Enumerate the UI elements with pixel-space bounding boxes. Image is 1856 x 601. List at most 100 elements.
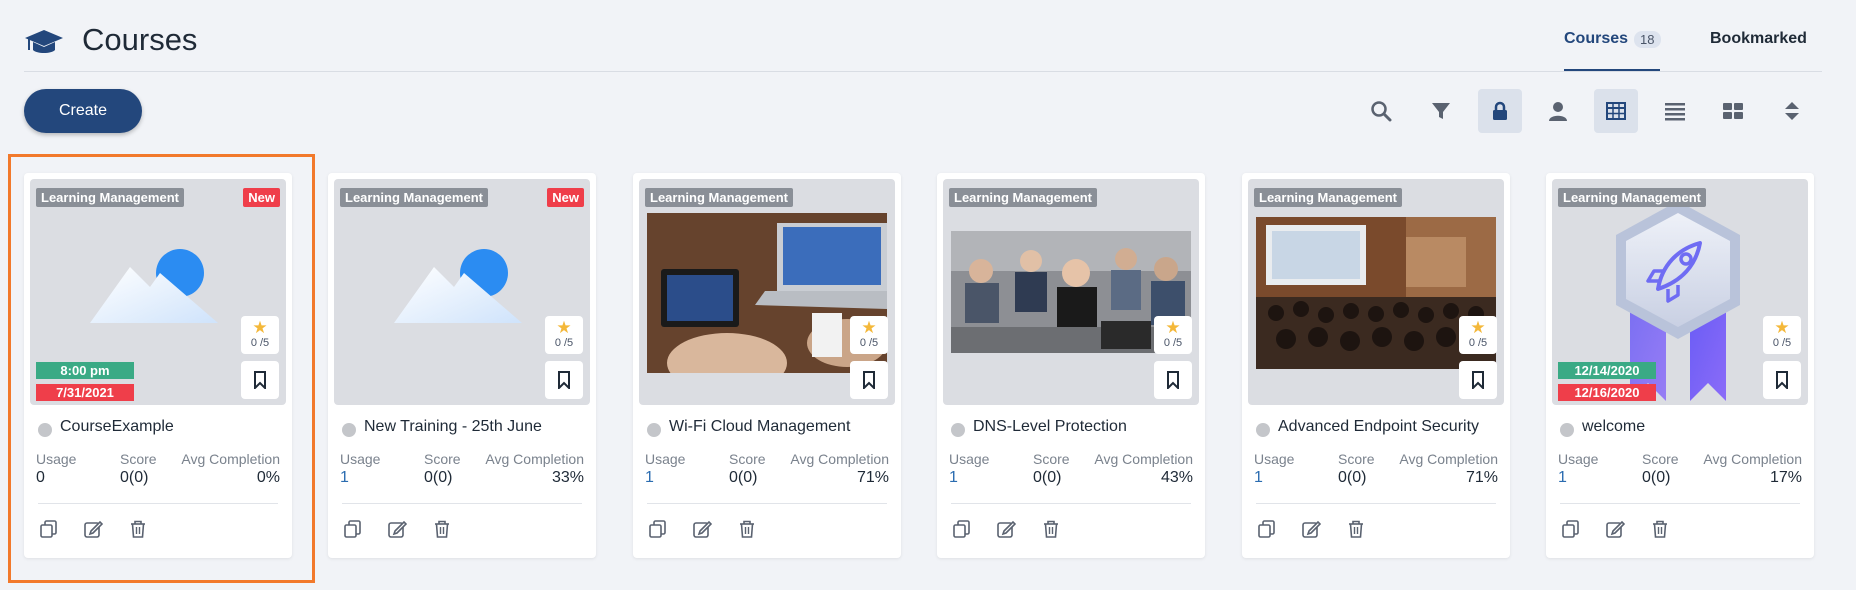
tab-courses[interactable]: Courses 18 [1564,30,1661,48]
bookmark-icon [558,371,570,389]
course-thumbnail: Learning Management New ★ 0 /5 [334,179,590,405]
bookmark-button[interactable] [1763,361,1801,399]
avg-completion-value: 71% [1465,469,1498,486]
category-tag: Learning Management [645,188,793,207]
edit-button[interactable] [1299,517,1323,541]
bookmark-button[interactable] [241,361,279,399]
copy-button[interactable] [341,517,365,541]
create-button[interactable]: Create [24,89,142,133]
score-label: Score [1338,451,1375,467]
course-title[interactable]: welcome [1582,418,1645,436]
course-title[interactable]: Wi-Fi Cloud Management [669,418,850,436]
usage-value[interactable]: 1 [340,469,349,487]
copy-icon [40,520,57,538]
edit-icon [693,520,712,538]
user-icon [1549,102,1567,121]
lock-button[interactable] [1478,89,1522,133]
rating-box: ★ 0 /5 [850,316,888,354]
delete-button[interactable] [430,517,454,541]
card-divider [951,503,1191,504]
search-icon [1371,101,1392,122]
category-tag: Learning Management [1558,188,1706,207]
edit-button[interactable] [994,517,1018,541]
rating-box: ★ 0 /5 [1763,316,1801,354]
course-card[interactable]: Learning Management New ★ 0 /5 New Traini… [328,173,596,558]
status-dot [1256,423,1270,437]
time-tag: 8:00 pm [36,362,134,379]
status-dot [1560,423,1574,437]
edit-icon [1606,520,1625,538]
start-date-tag: 12/14/2020 [1558,362,1656,379]
course-title[interactable]: DNS-Level Protection [973,418,1127,436]
course-card[interactable]: Learning Management 12/14/2020 12/16/202… [1546,173,1814,558]
copy-button[interactable] [1255,517,1279,541]
tab-courses-label: Courses [1564,30,1629,47]
course-thumbnail: Learning Management New 8:00 pm 7/31/202… [30,179,286,405]
search-button[interactable] [1359,89,1403,133]
course-card[interactable]: Learning Management New 8:00 pm 7/31/202… [24,173,292,558]
course-title[interactable]: Advanced Endpoint Security [1278,418,1479,436]
table-view-button[interactable] [1594,89,1638,133]
sort-button[interactable] [1770,89,1814,133]
usage-value: 0 [36,469,45,486]
edit-icon [997,520,1016,538]
header-divider [24,71,1822,72]
user-filter-button[interactable] [1536,89,1580,133]
score-label: Score [120,451,157,467]
filter-icon [1432,103,1450,119]
rating-box: ★ 0 /5 [241,316,279,354]
placeholder-mountain-image [394,249,522,323]
course-card[interactable]: Learning Management ★ 0 /5 DNS-Level Prot… [937,173,1205,558]
score-label: Score [1033,451,1070,467]
usage-value[interactable]: 1 [949,469,958,487]
status-dot [647,423,661,437]
grid-view-button[interactable] [1711,89,1755,133]
delete-button[interactable] [126,517,150,541]
usage-value[interactable]: 1 [1558,469,1567,487]
usage-value[interactable]: 1 [645,469,654,487]
tab-bookmarked[interactable]: Bookmarked [1710,30,1807,48]
course-title[interactable]: New Training - 25th June [364,418,542,436]
copy-button[interactable] [1559,517,1583,541]
edit-button[interactable] [385,517,409,541]
edit-button[interactable] [1603,517,1627,541]
rating-box: ★ 0 /5 [1459,316,1497,354]
course-thumbnail: Learning Management 12/14/2020 12/16/202… [1552,179,1808,405]
usage-value[interactable]: 1 [1254,469,1263,487]
avg-completion-label: Avg Completion [1094,451,1193,467]
score-value: 0(0) [1642,469,1671,486]
bookmark-button[interactable] [545,361,583,399]
edit-button[interactable] [690,517,714,541]
score-value: 0(0) [1338,469,1367,486]
delete-button[interactable] [1648,517,1672,541]
delete-button[interactable] [735,517,759,541]
course-card[interactable]: Learning Management ★ 0 /5 Wi-Fi Cloud Ma… [633,173,901,558]
score-value: 0(0) [1033,469,1062,486]
copy-button[interactable] [646,517,670,541]
category-tag: Learning Management [36,188,184,207]
delete-button[interactable] [1344,517,1368,541]
trash-icon [1349,520,1363,538]
filter-button[interactable] [1419,89,1463,133]
bookmark-button[interactable] [850,361,888,399]
copy-button[interactable] [37,517,61,541]
trash-icon [1044,520,1058,538]
category-tag: Learning Management [340,188,488,207]
delete-button[interactable] [1039,517,1063,541]
bookmark-button[interactable] [1459,361,1497,399]
list-view-button[interactable] [1653,89,1697,133]
new-tag: New [547,188,584,207]
score-value: 0(0) [729,469,758,486]
bookmark-icon [254,371,266,389]
course-card[interactable]: Learning Management ★ 0 /5 Advanced Endpo… [1242,173,1510,558]
trash-icon [131,520,145,538]
copy-icon [1258,520,1275,538]
bookmark-icon [1167,371,1179,389]
rating-value: 0 /5 [554,337,574,349]
copy-button[interactable] [950,517,974,541]
bookmark-button[interactable] [1154,361,1192,399]
course-title[interactable]: CourseExample [60,418,174,436]
trash-icon [740,520,754,538]
edit-button[interactable] [81,517,105,541]
avg-completion-label: Avg Completion [790,451,889,467]
